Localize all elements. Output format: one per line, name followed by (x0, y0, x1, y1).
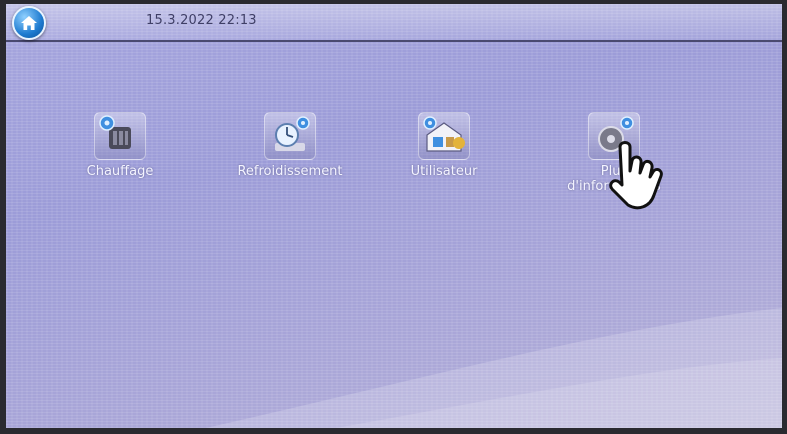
heating-icon (94, 112, 146, 160)
datetime: 15.3.2022 22:13 (146, 13, 257, 28)
background-swoosh (206, 308, 782, 428)
tile-user-label: Utilisateur (410, 164, 478, 179)
user-house-icon (418, 112, 470, 160)
home-icon (21, 16, 37, 30)
tile-heating-label: Chauffage (86, 164, 154, 179)
tile-user[interactable]: Utilisateur (384, 112, 504, 179)
home-button[interactable] (12, 6, 46, 40)
tile-heating[interactable]: Chauffage (60, 112, 180, 179)
top-bar: 15.3.2022 22:13 (6, 4, 782, 42)
cooling-icon (264, 112, 316, 160)
hand-pointer-icon (609, 141, 663, 210)
touch-screen: 15.3.2022 22:13 Chauffage Refroidissemen… (6, 4, 782, 428)
tile-cooling[interactable]: Refroidissement (230, 112, 350, 179)
tile-cooling-label: Refroidissement (237, 164, 343, 179)
